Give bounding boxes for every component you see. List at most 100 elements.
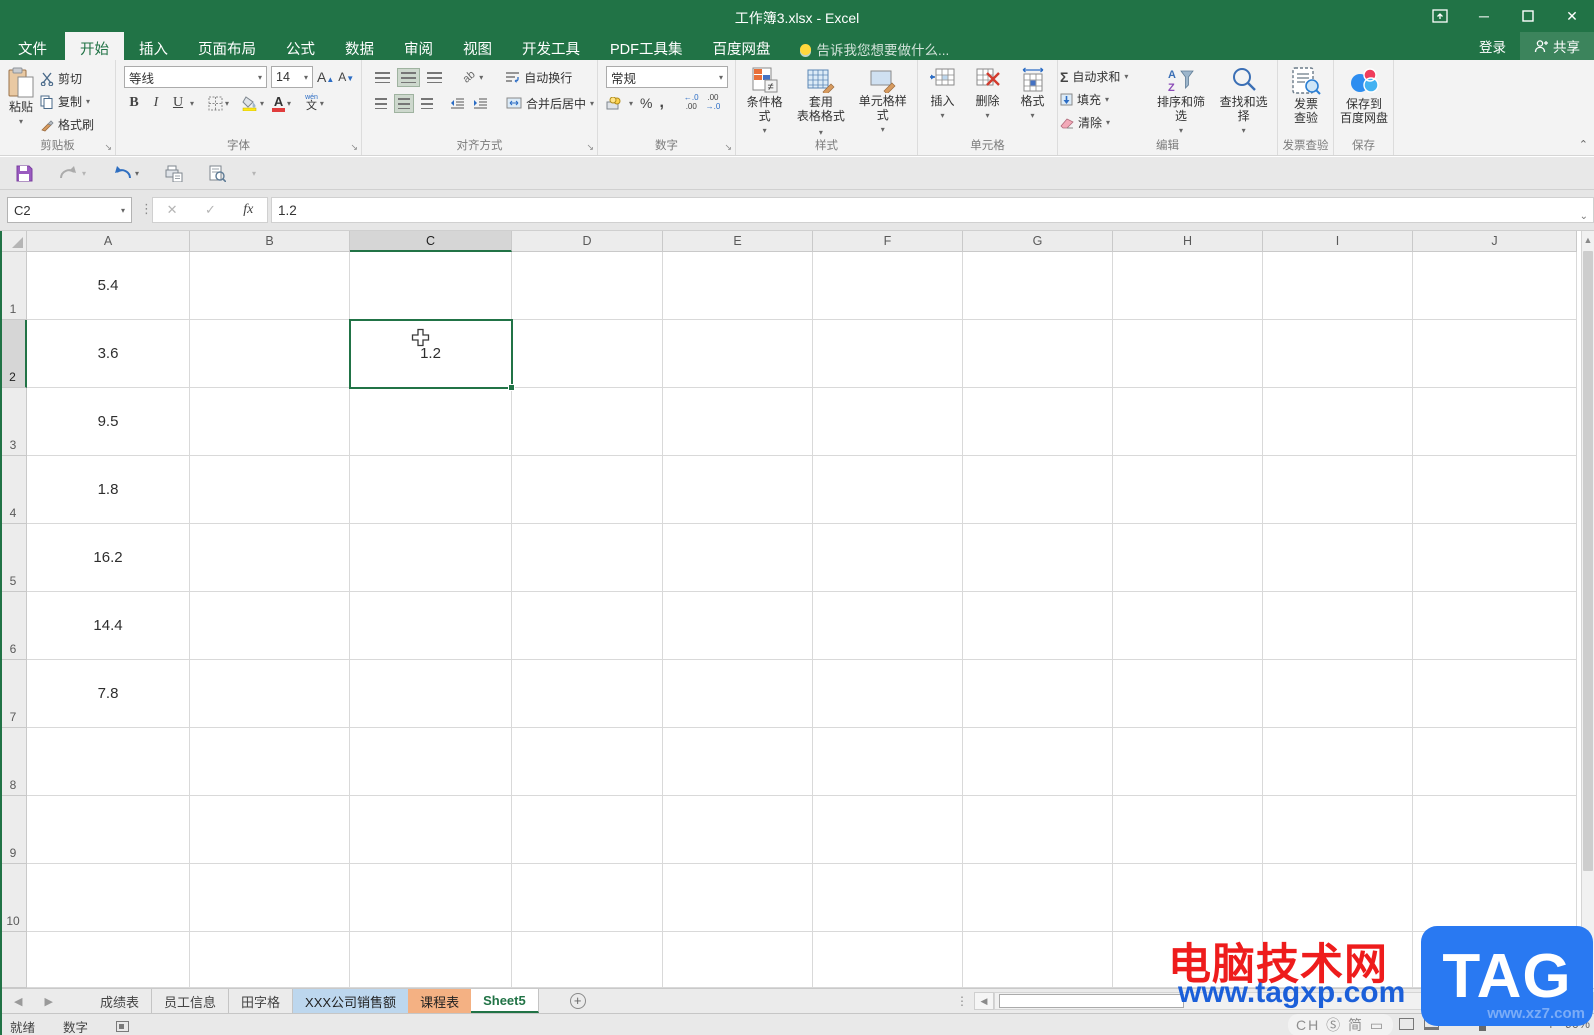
save-button[interactable] xyxy=(16,165,33,182)
grid-cell-H7[interactable] xyxy=(1113,660,1263,728)
grid-cell-F4[interactable] xyxy=(813,456,963,524)
number-format-select[interactable]: 常规 ▾ xyxy=(606,66,728,88)
row-header-1[interactable]: 1 xyxy=(0,252,27,320)
align-bottom-icon[interactable] xyxy=(424,69,445,86)
grid-cell-F10[interactable] xyxy=(813,864,963,932)
sheet-tab-员工信息[interactable]: 员工信息 xyxy=(152,989,230,1013)
scroll-up-icon[interactable]: ▲ xyxy=(1582,231,1594,248)
selection-box[interactable] xyxy=(349,319,515,391)
column-header-E[interactable]: E xyxy=(663,231,813,252)
grid-cell-J4[interactable] xyxy=(1413,456,1577,524)
grid-cell-B9[interactable] xyxy=(190,796,350,864)
align-center-icon[interactable] xyxy=(394,93,414,113)
grid-cell-E5[interactable] xyxy=(663,524,813,592)
tell-me-box[interactable]: 告诉我您想要做什么... xyxy=(786,32,960,60)
column-header-J[interactable]: J xyxy=(1413,231,1577,252)
grid-cell-D4[interactable] xyxy=(512,456,663,524)
cut-button[interactable]: 剪切 xyxy=(40,68,94,89)
font-size-select[interactable]: 14 ▾ xyxy=(271,66,313,88)
grid-cell-B2[interactable] xyxy=(190,320,350,388)
grid-cell-A6[interactable]: 14.4 xyxy=(27,592,190,660)
phonetic-guide-icon[interactable]: wén 文 xyxy=(305,94,318,112)
grid-cell-G10[interactable] xyxy=(963,864,1113,932)
formula-input[interactable]: 1.2 ⌄ xyxy=(271,197,1594,223)
minimize-button[interactable]: ─ xyxy=(1462,0,1506,32)
increase-indent-icon[interactable] xyxy=(471,95,490,111)
row-header-4[interactable]: 4 xyxy=(0,456,27,524)
grid-cell-H1[interactable] xyxy=(1113,252,1263,320)
grid-cell-J3[interactable] xyxy=(1413,388,1577,456)
grid-cell-C11[interactable] xyxy=(350,932,512,988)
grid-cell-F2[interactable] xyxy=(813,320,963,388)
sheet-tab-成绩表[interactable]: 成绩表 xyxy=(88,989,153,1013)
percent-style-button[interactable]: % xyxy=(640,95,652,111)
dialog-launcher-icon[interactable]: ↘ xyxy=(724,142,732,153)
add-sheet-button[interactable]: + xyxy=(567,990,589,1012)
accounting-format-icon[interactable] xyxy=(606,96,622,110)
grid-cell-F8[interactable] xyxy=(813,728,963,796)
grid-cell-G4[interactable] xyxy=(963,456,1113,524)
grid-cell-E4[interactable] xyxy=(663,456,813,524)
grow-font-button[interactable]: A▲ xyxy=(317,69,334,85)
align-left-icon[interactable] xyxy=(372,95,390,112)
row-header-5[interactable]: 5 xyxy=(0,524,27,592)
grid-cell-I5[interactable] xyxy=(1263,524,1413,592)
grid-cell-J2[interactable] xyxy=(1413,320,1577,388)
grid-cell-J7[interactable] xyxy=(1413,660,1577,728)
print-preview-button[interactable] xyxy=(165,165,183,182)
grid-cell-F5[interactable] xyxy=(813,524,963,592)
column-header-F[interactable]: F xyxy=(813,231,963,252)
grid-cell-G1[interactable] xyxy=(963,252,1113,320)
grid-cell-G7[interactable] xyxy=(963,660,1113,728)
grid-cell-I4[interactable] xyxy=(1263,456,1413,524)
column-header-D[interactable]: D xyxy=(512,231,663,252)
tab-baidu-netdisk[interactable]: 百度网盘 xyxy=(698,32,786,60)
sign-in-button[interactable]: 登录 xyxy=(1465,36,1520,56)
grid-cell-B4[interactable] xyxy=(190,456,350,524)
grid-cell-B10[interactable] xyxy=(190,864,350,932)
prev-sheet-icon[interactable]: ◀ xyxy=(14,995,22,1008)
grid-cell-C9[interactable] xyxy=(350,796,512,864)
autosum-button[interactable]: Σ 自动求和 ▾ xyxy=(1060,66,1150,87)
grid-cell-I10[interactable] xyxy=(1263,864,1413,932)
grid-cell-I9[interactable] xyxy=(1263,796,1413,864)
grid-cell-J5[interactable] xyxy=(1413,524,1577,592)
grid-cell-J1[interactable] xyxy=(1413,252,1577,320)
sheet-tab-XXX公司销售额[interactable]: XXX公司销售额 xyxy=(293,989,409,1013)
borders-icon[interactable] xyxy=(208,96,223,111)
row-header-10[interactable]: 10 xyxy=(0,864,27,932)
column-header-G[interactable]: G xyxy=(963,231,1113,252)
column-header-H[interactable]: H xyxy=(1113,231,1263,252)
grid-cell-H5[interactable] xyxy=(1113,524,1263,592)
insert-function-icon[interactable]: fx xyxy=(243,202,253,218)
fill-handle[interactable] xyxy=(508,384,515,391)
grid-cell-B3[interactable] xyxy=(190,388,350,456)
restore-button[interactable] xyxy=(1506,0,1550,32)
sheet-tab-Sheet5[interactable]: Sheet5 xyxy=(471,989,539,1013)
cancel-icon[interactable]: ✕ xyxy=(167,202,178,218)
format-as-table-button[interactable]: 套用 表格格式 ▾ xyxy=(791,64,850,137)
copy-button[interactable]: 复制 ▾ xyxy=(40,91,94,112)
column-header-I[interactable]: I xyxy=(1263,231,1413,252)
grid-cell-G5[interactable] xyxy=(963,524,1113,592)
fill-color-icon[interactable] xyxy=(241,95,258,111)
increase-decimal-button[interactable]: ←.0.00 xyxy=(684,93,699,112)
grid-cell-A1[interactable]: 5.4 xyxy=(27,252,190,320)
tab-pdf-tools[interactable]: PDF工具集 xyxy=(595,32,698,60)
grid-cell-B5[interactable] xyxy=(190,524,350,592)
dialog-launcher-icon[interactable]: ↘ xyxy=(586,142,594,153)
qat-customize-button[interactable]: ▾ xyxy=(252,169,256,178)
column-header-B[interactable]: B xyxy=(190,231,350,252)
grid-cell-D9[interactable] xyxy=(512,796,663,864)
column-header-A[interactable]: A xyxy=(27,231,190,252)
grid-cell-F1[interactable] xyxy=(813,252,963,320)
tab-splitter[interactable]: ⋮ xyxy=(956,994,968,1008)
grid-cell-F9[interactable] xyxy=(813,796,963,864)
grid-cell-G2[interactable] xyxy=(963,320,1113,388)
shrink-font-button[interactable]: A▼ xyxy=(338,70,354,84)
vertical-scrollbar-thumb[interactable] xyxy=(1583,251,1593,871)
fill-button[interactable]: 填充 ▾ xyxy=(1060,89,1150,110)
grid-cell-A11[interactable] xyxy=(27,932,190,988)
grid-cell-F3[interactable] xyxy=(813,388,963,456)
tab-review[interactable]: 审阅 xyxy=(389,32,448,60)
